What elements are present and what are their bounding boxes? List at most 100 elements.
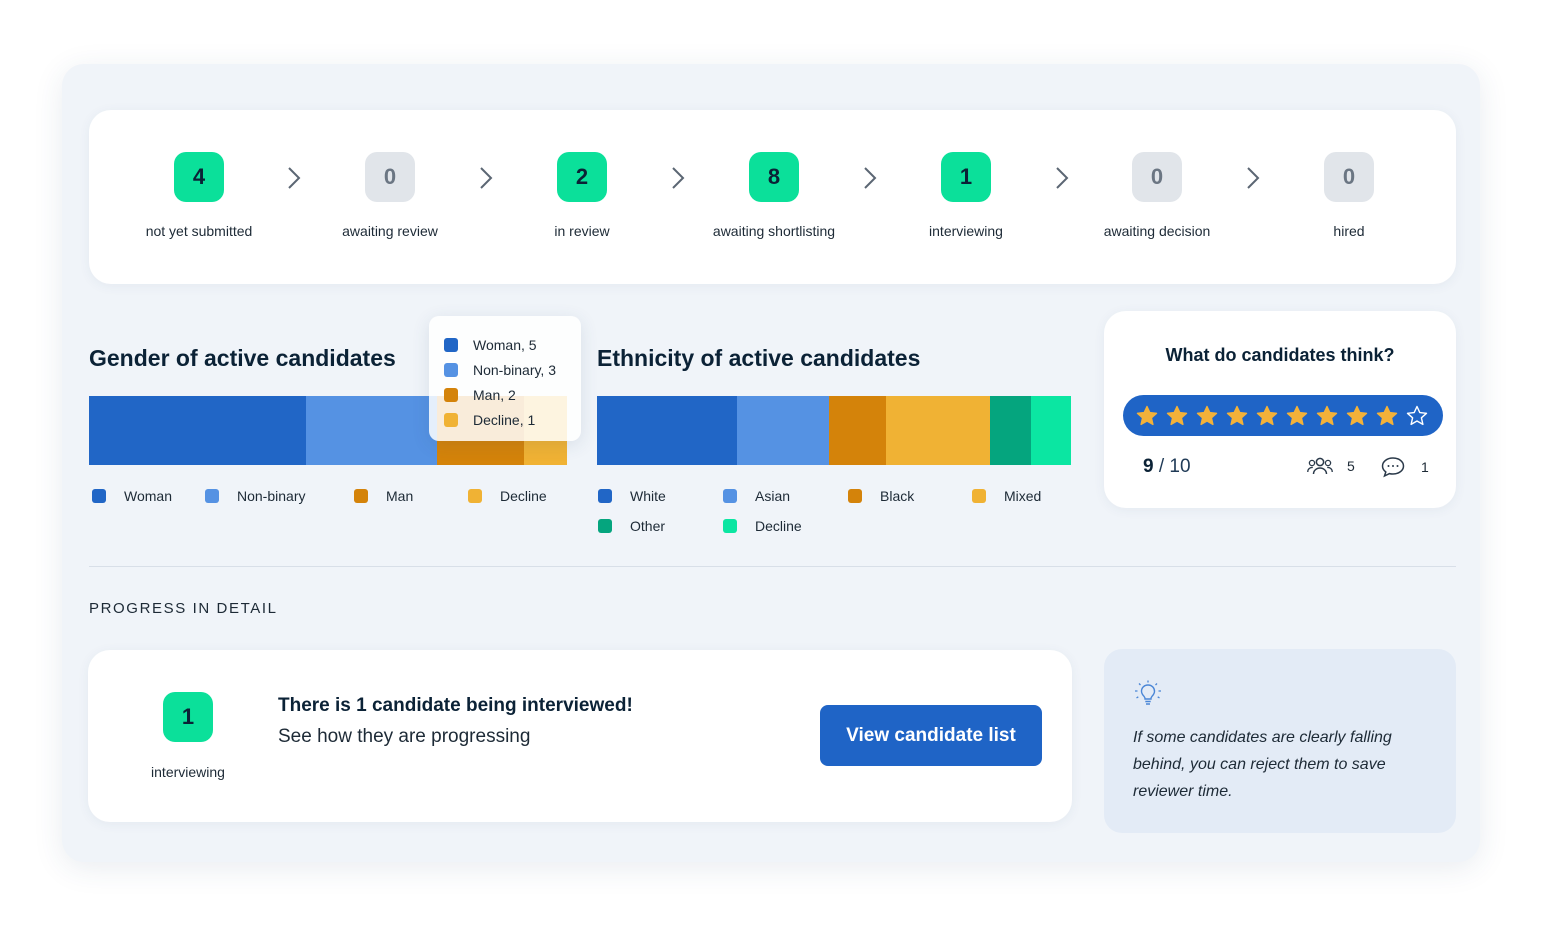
legend-swatch bbox=[848, 489, 862, 503]
legend-swatch bbox=[444, 362, 458, 377]
stage-awaiting-shortlisting[interactable]: 8 awaiting shortlisting bbox=[694, 152, 854, 239]
rating-score: 9 / 10 bbox=[1143, 456, 1191, 478]
ethnicity-bar-segment-decline[interactable] bbox=[1030, 396, 1071, 465]
legend-label: Asian bbox=[755, 488, 791, 504]
star-empty-icon bbox=[1406, 405, 1428, 425]
stage-label: interviewing bbox=[929, 223, 1003, 239]
legend-label: Black bbox=[880, 488, 915, 504]
stage-count-badge: 8 bbox=[749, 152, 799, 202]
ethnicity-legend-other: Other bbox=[598, 518, 665, 534]
stage-count-badge: 2 bbox=[557, 152, 607, 202]
stage-count-badge: 4 bbox=[174, 152, 224, 202]
detail-count-badge: 1 bbox=[163, 692, 213, 742]
star-filled-icon bbox=[1316, 405, 1338, 425]
pipeline-card: 4 not yet submitted 0 awaiting review 2 … bbox=[89, 110, 1456, 284]
chevron-right-icon bbox=[1247, 167, 1260, 189]
rating-title: What do candidates think? bbox=[1165, 345, 1395, 365]
ethnicity-legend-decline: Decline bbox=[723, 518, 802, 534]
legend-swatch bbox=[444, 412, 458, 427]
people-icon bbox=[1307, 457, 1333, 475]
ethnicity-legend-asian: Asian bbox=[723, 488, 790, 504]
star-filled-icon bbox=[1346, 405, 1368, 425]
tooltip-label: Woman, 5 bbox=[473, 336, 537, 353]
stage-label: hired bbox=[1333, 223, 1365, 239]
chevron-right-icon bbox=[1056, 167, 1069, 189]
speech-bubble-icon bbox=[1381, 457, 1405, 478]
comments-count[interactable]: 1 bbox=[1381, 456, 1429, 478]
detail-stage-interviewing: 1 interviewing bbox=[108, 692, 268, 780]
legend-label: Other bbox=[630, 518, 666, 534]
rating-score-value: 9 bbox=[1143, 456, 1154, 477]
stage-label: awaiting shortlisting bbox=[712, 223, 836, 239]
star-rating-bar bbox=[1123, 395, 1443, 436]
stage-awaiting-review[interactable]: 0 awaiting review bbox=[310, 152, 470, 239]
stage-count-badge: 0 bbox=[365, 152, 415, 202]
legend-swatch bbox=[444, 387, 458, 402]
tooltip-row-non-binary: Non-binary, 3 bbox=[444, 357, 581, 382]
stage-hired[interactable]: 0 hired bbox=[1269, 152, 1429, 239]
lightbulb-icon bbox=[1135, 680, 1161, 705]
gender-legend-woman: Woman bbox=[92, 488, 172, 504]
section-heading: PROGRESS IN DETAIL bbox=[89, 600, 278, 617]
tip-text: If some candidates are clearly falling b… bbox=[1133, 729, 1392, 800]
star-filled-icon bbox=[1256, 405, 1278, 425]
legend-label: Man bbox=[386, 488, 414, 504]
star-filled-icon bbox=[1376, 405, 1398, 425]
stage-count-badge: 0 bbox=[1324, 152, 1374, 202]
legend-label: White bbox=[630, 488, 666, 504]
legend-swatch bbox=[972, 489, 986, 503]
legend-swatch bbox=[92, 489, 106, 503]
respondents-value: 5 bbox=[1347, 458, 1355, 474]
stage-not-yet-submitted[interactable]: 4 not yet submitted bbox=[119, 152, 279, 239]
detail-headline: There is 1 candidate being interviewed! bbox=[278, 695, 633, 716]
chevron-right-icon bbox=[480, 167, 493, 189]
stage-label: in review bbox=[554, 223, 610, 239]
stage-count-badge: 1 bbox=[941, 152, 991, 202]
rating-score-total: 10 bbox=[1169, 456, 1191, 477]
view-candidate-list-button[interactable]: View candidate list bbox=[820, 705, 1042, 766]
comments-value: 1 bbox=[1421, 459, 1429, 475]
legend-swatch bbox=[468, 489, 482, 503]
star-filled-icon bbox=[1286, 405, 1308, 425]
gender-chart-tooltip: Woman, 5 Non-binary, 3 Man, 2 Decline, 1 bbox=[429, 316, 581, 441]
gender-bar-segment-non-binary[interactable] bbox=[306, 396, 437, 465]
section-divider bbox=[89, 566, 1456, 567]
ethnicity-bar-segment-mixed[interactable] bbox=[886, 396, 991, 465]
ethnicity-bar-segment-white[interactable] bbox=[597, 396, 737, 465]
gender-chart-title: Gender of active candidates bbox=[89, 345, 396, 371]
star-filled-icon bbox=[1196, 405, 1218, 425]
ethnicity-legend-black: Black bbox=[848, 488, 914, 504]
stage-count-badge: 0 bbox=[1132, 152, 1182, 202]
gender-bar-segment-woman[interactable] bbox=[89, 396, 307, 465]
stage-label: awaiting decision bbox=[1103, 223, 1211, 239]
detail-subline: See how they are progressing bbox=[278, 726, 531, 747]
tooltip-label: Decline, 1 bbox=[473, 411, 536, 428]
ethnicity-bar-segment-other[interactable] bbox=[990, 396, 1031, 465]
candidate-rating-card: What do candidates think? 9 / 10 5 1 bbox=[1104, 311, 1456, 508]
legend-swatch bbox=[444, 337, 458, 352]
chevron-right-icon bbox=[288, 167, 301, 189]
legend-swatch bbox=[354, 489, 368, 503]
stage-awaiting-decision[interactable]: 0 awaiting decision bbox=[1077, 152, 1237, 239]
legend-label: Decline bbox=[755, 518, 802, 534]
legend-label: Decline bbox=[500, 488, 547, 504]
chevron-right-icon bbox=[672, 167, 685, 189]
gender-legend-man: Man bbox=[354, 488, 413, 504]
detail-stage-label: interviewing bbox=[151, 764, 225, 780]
star-filled-icon bbox=[1166, 405, 1188, 425]
legend-label: Woman bbox=[124, 488, 172, 504]
legend-swatch bbox=[598, 489, 612, 503]
stage-interviewing[interactable]: 1 interviewing bbox=[886, 152, 1046, 239]
stage-in-review[interactable]: 2 in review bbox=[502, 152, 662, 239]
legend-swatch bbox=[723, 489, 737, 503]
tip-card: If some candidates are clearly falling b… bbox=[1104, 649, 1456, 833]
ethnicity-bar-segment-asian[interactable] bbox=[736, 396, 830, 465]
rating-score-separator: / bbox=[1158, 456, 1165, 477]
respondents-count: 5 bbox=[1307, 456, 1355, 476]
gender-legend-non-binary: Non-binary bbox=[205, 488, 305, 504]
stage-label: awaiting review bbox=[342, 223, 438, 239]
ethnicity-bar-segment-black[interactable] bbox=[829, 396, 887, 465]
stage-label: not yet submitted bbox=[145, 223, 253, 239]
ethnicity-stacked-bar[interactable] bbox=[597, 396, 1071, 465]
star-filled-icon bbox=[1136, 405, 1158, 425]
